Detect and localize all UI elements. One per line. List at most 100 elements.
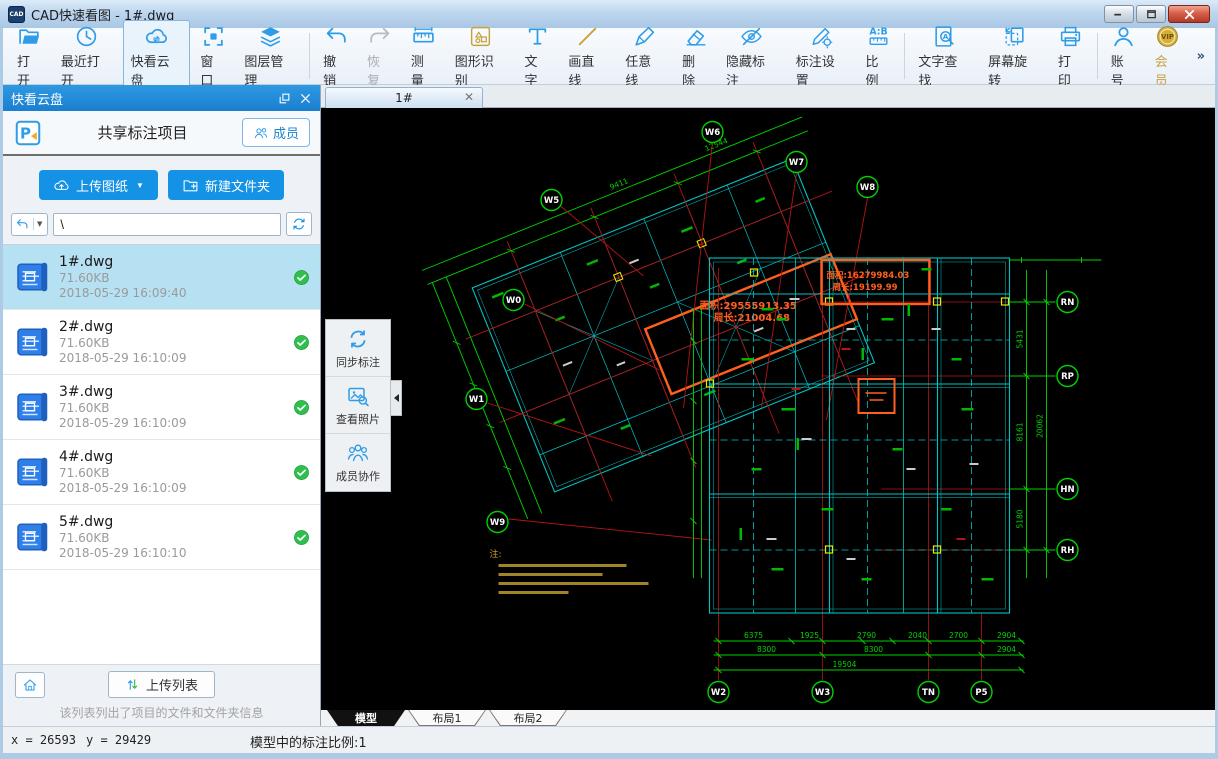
eye-off-icon (739, 24, 764, 49)
toolbar-button-measure[interactable]: 测量 (403, 20, 445, 92)
toolbar-button-open[interactable]: 打开 (9, 20, 51, 92)
project-icon (13, 118, 43, 148)
svg-text:19504: 19504 (833, 660, 857, 669)
svg-text:2040: 2040 (908, 631, 927, 640)
path-input[interactable] (53, 213, 281, 236)
file-item[interactable]: 3#.dwg 71.60KB 2018-05-29 16:10:09 (3, 375, 320, 440)
pencil-gear-icon (809, 24, 834, 49)
file-item[interactable]: 4#.dwg 71.60KB 2018-05-29 16:10:09 (3, 440, 320, 505)
pen-icon (632, 24, 657, 49)
toolbar-button-annotation-settings[interactable]: 标注设置 (788, 20, 856, 92)
toolbar-button-print[interactable]: 打印 (1050, 20, 1092, 92)
file-item[interactable]: 2#.dwg 71.60KB 2018-05-29 16:10:09 (3, 310, 320, 375)
toolbar-button-recent[interactable]: 最近打开 (53, 20, 121, 92)
home-button[interactable] (15, 672, 45, 698)
svg-text:HN: HN (1060, 485, 1074, 495)
svg-text:W9: W9 (490, 518, 505, 528)
toolbar-separator (309, 33, 310, 79)
app-window: CAD CAD快速看图 - 1#.dwg 打开 最近打开 快看云盘 窗口 图层管… (0, 0, 1218, 759)
toolbar-button-account[interactable]: 账号 (1103, 20, 1145, 92)
toolbar-button-redo[interactable]: 恢复 (359, 20, 401, 92)
collaboration-icon (346, 441, 370, 465)
document-tab-strip: 1# ✕ (321, 85, 1215, 108)
back-dropdown-arrow[interactable]: ▼ (33, 218, 44, 230)
rotate-icon (1002, 24, 1027, 49)
svg-text:W5: W5 (544, 196, 559, 206)
toolbar-button-rotate-screen[interactable]: 屏幕旋转 (980, 20, 1048, 92)
document-tab[interactable]: 1# ✕ (325, 87, 483, 108)
back-button[interactable]: ▼ (11, 213, 48, 236)
refresh-button[interactable] (286, 212, 312, 236)
panel-title-bar: 快看云盘 (3, 85, 320, 111)
toolbar-button-freehand-line[interactable]: 任意线 (617, 20, 672, 92)
svg-text:周长:21004.68: 周长:21004.68 (714, 311, 791, 324)
cad-canvas[interactable]: 9411 12544 (321, 108, 1215, 710)
member-collaboration-button[interactable]: 成员协作 (326, 434, 390, 491)
svg-text:周长:19199.99: 周长:19199.99 (833, 282, 898, 293)
view-photos-button[interactable]: 查看照片 (326, 377, 390, 434)
tab-layout1[interactable]: 布局1 (408, 710, 486, 726)
panel-undock-icon[interactable] (278, 92, 291, 105)
synced-check-icon (293, 464, 310, 481)
file-item[interactable]: 1#.dwg 71.60KB 2018-05-29 16:09:40 (3, 245, 320, 310)
toolbar-button-cloud-drive[interactable]: 快看云盘 (123, 20, 191, 92)
notes-block: 注: (490, 548, 649, 594)
sync-annotations-button[interactable]: 同步标注 (326, 320, 390, 377)
upload-dropdown-arrow[interactable]: ▼ (136, 181, 144, 190)
layout-tab-bar: 模型 布局1 布局2 (321, 710, 1215, 726)
toolbar-button-draw-line[interactable]: 画直线 (560, 20, 615, 92)
line-icon (575, 24, 600, 49)
synced-check-icon (293, 334, 310, 351)
tab-close-icon[interactable]: ✕ (464, 91, 474, 103)
toolbar-button-window[interactable]: 窗口 (192, 20, 234, 92)
home-icon (22, 677, 38, 693)
cad-drawing: 9411 12544 (321, 108, 1215, 710)
text-icon (525, 24, 550, 49)
upload-drawing-button[interactable]: 上传图纸 ▼ (39, 170, 158, 200)
toolbar-button-hide-annotations[interactable]: 隐藏标注 (718, 20, 786, 92)
toolbar-button-delete[interactable]: 删除 (674, 20, 716, 92)
toolbar-overflow-button[interactable]: » (1191, 49, 1211, 64)
panel-title: 快看云盘 (11, 89, 63, 108)
project-heading: 共享标注项目 (43, 122, 242, 143)
floating-tool-panel: 同步标注 查看照片 成员协作 (325, 319, 391, 492)
svg-text:RP: RP (1061, 372, 1074, 382)
main-area: 1# ✕ (321, 85, 1215, 726)
new-folder-button[interactable]: 新建文件夹 (168, 170, 284, 200)
svg-text:W6: W6 (705, 128, 720, 138)
svg-text:9411: 9411 (608, 176, 629, 192)
svg-text:面积:16279984.03: 面积:16279984.03 (827, 270, 910, 281)
wing-rotated: 9411 12544 (418, 108, 909, 535)
toolbar-button-shape-recognition[interactable]: 图形识别 (447, 20, 515, 92)
toolbar-button-find-text[interactable]: 文字查找 (910, 20, 978, 92)
toolbar-button-layers[interactable]: 图层管理 (236, 20, 304, 92)
svg-text:W0: W0 (506, 296, 521, 306)
tab-model[interactable]: 模型 (327, 710, 405, 726)
photo-search-icon (346, 384, 370, 408)
synced-check-icon (293, 529, 310, 546)
cloud-icon (144, 24, 169, 49)
svg-text:RH: RH (1061, 546, 1075, 556)
toolbar-button-undo[interactable]: 撤销 (315, 20, 357, 92)
folder-open-icon (17, 24, 42, 49)
svg-text:W8: W8 (860, 183, 875, 193)
drawing-file-icon (15, 389, 51, 425)
toolbar-separator (1097, 33, 1098, 79)
toolbar-button-text[interactable]: 文字 (517, 20, 559, 92)
toolbar-button-scale[interactable]: 比例 (857, 20, 899, 92)
svg-text:面积:29555913.35: 面积:29555913.35 (700, 299, 797, 312)
panel-collapse-arrow[interactable] (391, 380, 402, 416)
members-button[interactable]: 成员 (242, 118, 310, 147)
panel-footer-note: 该列表列出了项目的文件和文件夹信息 (3, 704, 320, 726)
back-arrow-icon (15, 217, 30, 232)
upload-list-button[interactable]: 上传列表 (108, 671, 215, 698)
file-item[interactable]: 5#.dwg 71.60KB 2018-05-29 16:10:10 (3, 505, 320, 570)
svg-text:5431: 5431 (1016, 329, 1025, 348)
arrow-left-icon (394, 394, 399, 402)
svg-text:8300: 8300 (864, 645, 883, 654)
panel-close-icon[interactable] (299, 92, 312, 105)
tab-layout2[interactable]: 布局2 (489, 710, 567, 726)
toolbar-button-vip[interactable]: 会员 (1147, 20, 1189, 92)
ruler-icon (411, 24, 436, 49)
drawing-file-icon (15, 454, 51, 490)
